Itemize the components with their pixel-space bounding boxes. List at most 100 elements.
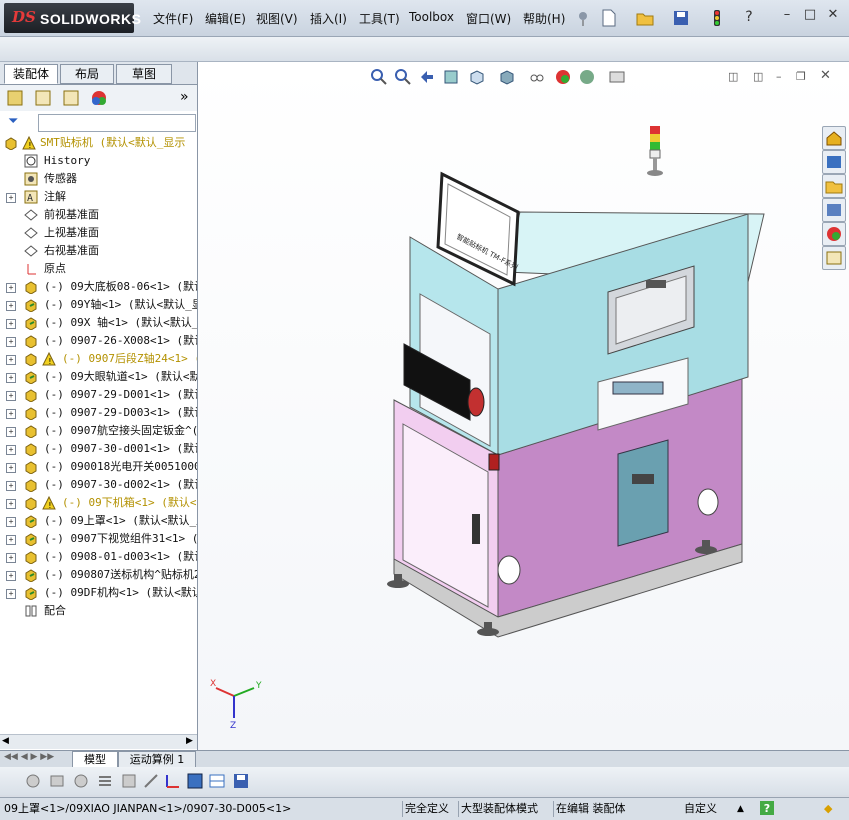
scroll-right-icon[interactable]: ▶ (186, 736, 193, 746)
machine-model[interactable]: 智能贴标机 TM-F系列 (198, 62, 849, 750)
expand-toggle-icon[interactable]: + (6, 337, 16, 347)
tree-item[interactable]: 上视基准面 (0, 224, 197, 242)
tree-item[interactable]: 传感器 (0, 170, 197, 188)
tree-item[interactable]: + (-) 0907-29-D001<1> (默认 (0, 386, 197, 404)
expand-toggle-icon[interactable]: + (6, 409, 16, 419)
expand-toggle-icon[interactable]: + (6, 499, 16, 509)
appearance-manager-icon[interactable] (90, 89, 108, 107)
tree-item[interactable]: + (-) 0907-26-X008<1> (默认 (0, 332, 197, 350)
units-up-arrow-icon[interactable]: ▲ (737, 801, 744, 817)
tree-item[interactable]: + (-) 09大底板08-06<1> (默认 (0, 278, 197, 296)
rebuild-traffic-light-icon[interactable] (708, 9, 726, 27)
expand-toggle-icon[interactable]: + (6, 301, 16, 311)
tree-item[interactable]: +! (-) 0907后段Z轴24<1> (默 (0, 350, 197, 368)
tree-item[interactable]: + (-) 0907航空接头固定钣金^( (0, 422, 197, 440)
tree-item[interactable]: + (-) 090807送标机构^贴标机2 (0, 566, 197, 584)
units-selector[interactable]: 自定义 (684, 801, 717, 817)
tree-item[interactable]: + (-) 09Y轴<1> (默认<默认_显 (0, 296, 197, 314)
custom-properties-icon[interactable] (822, 246, 846, 270)
tree-item[interactable]: + (-) 09上罩<1> (默认<默认_显 (0, 512, 197, 530)
tree-item[interactable]: + A 注解 (0, 188, 197, 206)
expand-toggle-icon[interactable]: + (6, 571, 16, 581)
axis-icon[interactable] (164, 772, 182, 790)
tree-item[interactable]: + (-) 0908-01-d003<1> (默认 (0, 548, 197, 566)
tree-item[interactable]: 配合 (0, 602, 197, 620)
quick-tips-help-icon[interactable]: ? (760, 801, 774, 815)
property-manager-icon[interactable] (34, 89, 52, 107)
tree-item[interactable]: + (-) 090018光电开关00510002 (0, 458, 197, 476)
solidworks-logo[interactable]: DS SOLIDWORKS (4, 3, 141, 33)
expand-toggle-icon[interactable]: + (6, 589, 16, 599)
appearances-scenes-icon[interactable] (822, 222, 846, 246)
tag-icon[interactable]: ◆ (824, 801, 832, 817)
save-view-icon[interactable] (232, 772, 250, 790)
expand-toggle-icon[interactable]: + (6, 193, 16, 203)
tree-item[interactable]: + (-) 0907-30-d001<1> (默认 (0, 440, 197, 458)
restore-icon[interactable]: □ (803, 8, 817, 22)
open-folder-icon[interactable] (636, 9, 654, 27)
shaded-view-icon[interactable] (186, 772, 204, 790)
tab-motion-study[interactable]: 运动算例 1 (118, 751, 196, 768)
box-icon[interactable] (48, 772, 66, 790)
expand-toggle-icon[interactable]: + (6, 283, 16, 293)
list-icon[interactable] (96, 772, 114, 790)
expand-toggle-icon[interactable]: + (6, 427, 16, 437)
table-icon[interactable] (208, 772, 226, 790)
expand-toggle-icon[interactable]: + (6, 373, 16, 383)
grid-icon[interactable] (120, 772, 138, 790)
expand-toggle-icon[interactable]: + (6, 319, 16, 329)
menu-toolbox[interactable]: Toolbox (409, 10, 454, 24)
edit-component-icon[interactable] (72, 772, 90, 790)
tree-item[interactable]: + (-) 0907下视觉组件31<1> ( (0, 530, 197, 548)
close-icon[interactable]: ✕ (826, 8, 840, 22)
rotate-view-icon[interactable] (24, 772, 42, 790)
configuration-manager-icon[interactable] (62, 89, 80, 107)
home-icon[interactable] (822, 126, 846, 150)
view-palette-icon[interactable] (822, 198, 846, 222)
horizontal-scrollbar[interactable]: ◀ ▶ (0, 734, 197, 749)
expand-toggle-icon[interactable]: + (6, 481, 16, 491)
tab-assembly[interactable]: 装配体 (4, 64, 58, 84)
expand-toggle-icon[interactable]: + (6, 463, 16, 473)
menu-tools[interactable]: 工具(T) (359, 10, 400, 27)
tab-model[interactable]: 模型 (72, 751, 118, 768)
tree-item[interactable]: +! (-) 09下机箱<1> (默认<默 (0, 494, 197, 512)
expand-toggle-icon[interactable]: + (6, 445, 16, 455)
measure-icon[interactable] (142, 772, 160, 790)
tree-item[interactable]: + (-) 09X 轴<1> (默认<默认_显 (0, 314, 197, 332)
minimize-icon[interactable]: – (780, 8, 794, 22)
tree-item[interactable]: 前视基准面 (0, 206, 197, 224)
expand-toggle-icon[interactable]: + (6, 517, 16, 527)
save-icon[interactable] (672, 9, 690, 27)
menu-insert[interactable]: 插入(I) (310, 10, 347, 27)
menu-file[interactable]: 文件(F) (153, 10, 193, 27)
expand-toggle-icon[interactable]: + (6, 355, 16, 365)
tab-sketch[interactable]: 草图 (116, 64, 172, 84)
filter-input[interactable] (38, 114, 196, 132)
filter-icon[interactable]: ⏷ (8, 114, 18, 129)
expand-panel-icon[interactable]: » (180, 89, 189, 105)
pushpin-icon[interactable] (574, 9, 592, 27)
graphics-area[interactable]: ◫ ◫ – ❐ ✕ 智能贴标机 TM-F系列 X Y Z (198, 62, 849, 750)
help-icon[interactable]: ? (740, 9, 758, 27)
feature-tree-icon[interactable] (6, 89, 24, 107)
design-library-icon[interactable] (822, 150, 846, 174)
tree-item[interactable]: + (-) 0907-30-d002<1> (默认 (0, 476, 197, 494)
menu-edit[interactable]: 编辑(E) (205, 10, 246, 27)
tab-scroll-arrows-icon[interactable]: ◀◀ ◀ ▶ ▶▶ (4, 752, 54, 762)
tree-item[interactable]: + (-) 09大眼轨道<1> (默认<默 (0, 368, 197, 386)
scroll-left-icon[interactable]: ◀ (2, 736, 9, 746)
tab-layout[interactable]: 布局 (60, 64, 114, 84)
expand-toggle-icon[interactable]: + (6, 535, 16, 545)
tree-item[interactable]: 右视基准面 (0, 242, 197, 260)
tree-item[interactable]: 原点 (0, 260, 197, 278)
tree-root[interactable]: ! SMT贴标机 (默认<默认_显示 (0, 134, 197, 152)
expand-toggle-icon[interactable]: + (6, 553, 16, 563)
tree-item[interactable]: + (-) 09DF机构<1> (默认<默认 (0, 584, 197, 602)
file-explorer-icon[interactable] (822, 174, 846, 198)
menu-help[interactable]: 帮助(H) (523, 10, 565, 27)
menu-view[interactable]: 视图(V) (256, 10, 298, 27)
tree-item[interactable]: History (0, 152, 197, 170)
tree-item[interactable]: + (-) 0907-29-D003<1> (默认 (0, 404, 197, 422)
expand-toggle-icon[interactable]: + (6, 391, 16, 401)
